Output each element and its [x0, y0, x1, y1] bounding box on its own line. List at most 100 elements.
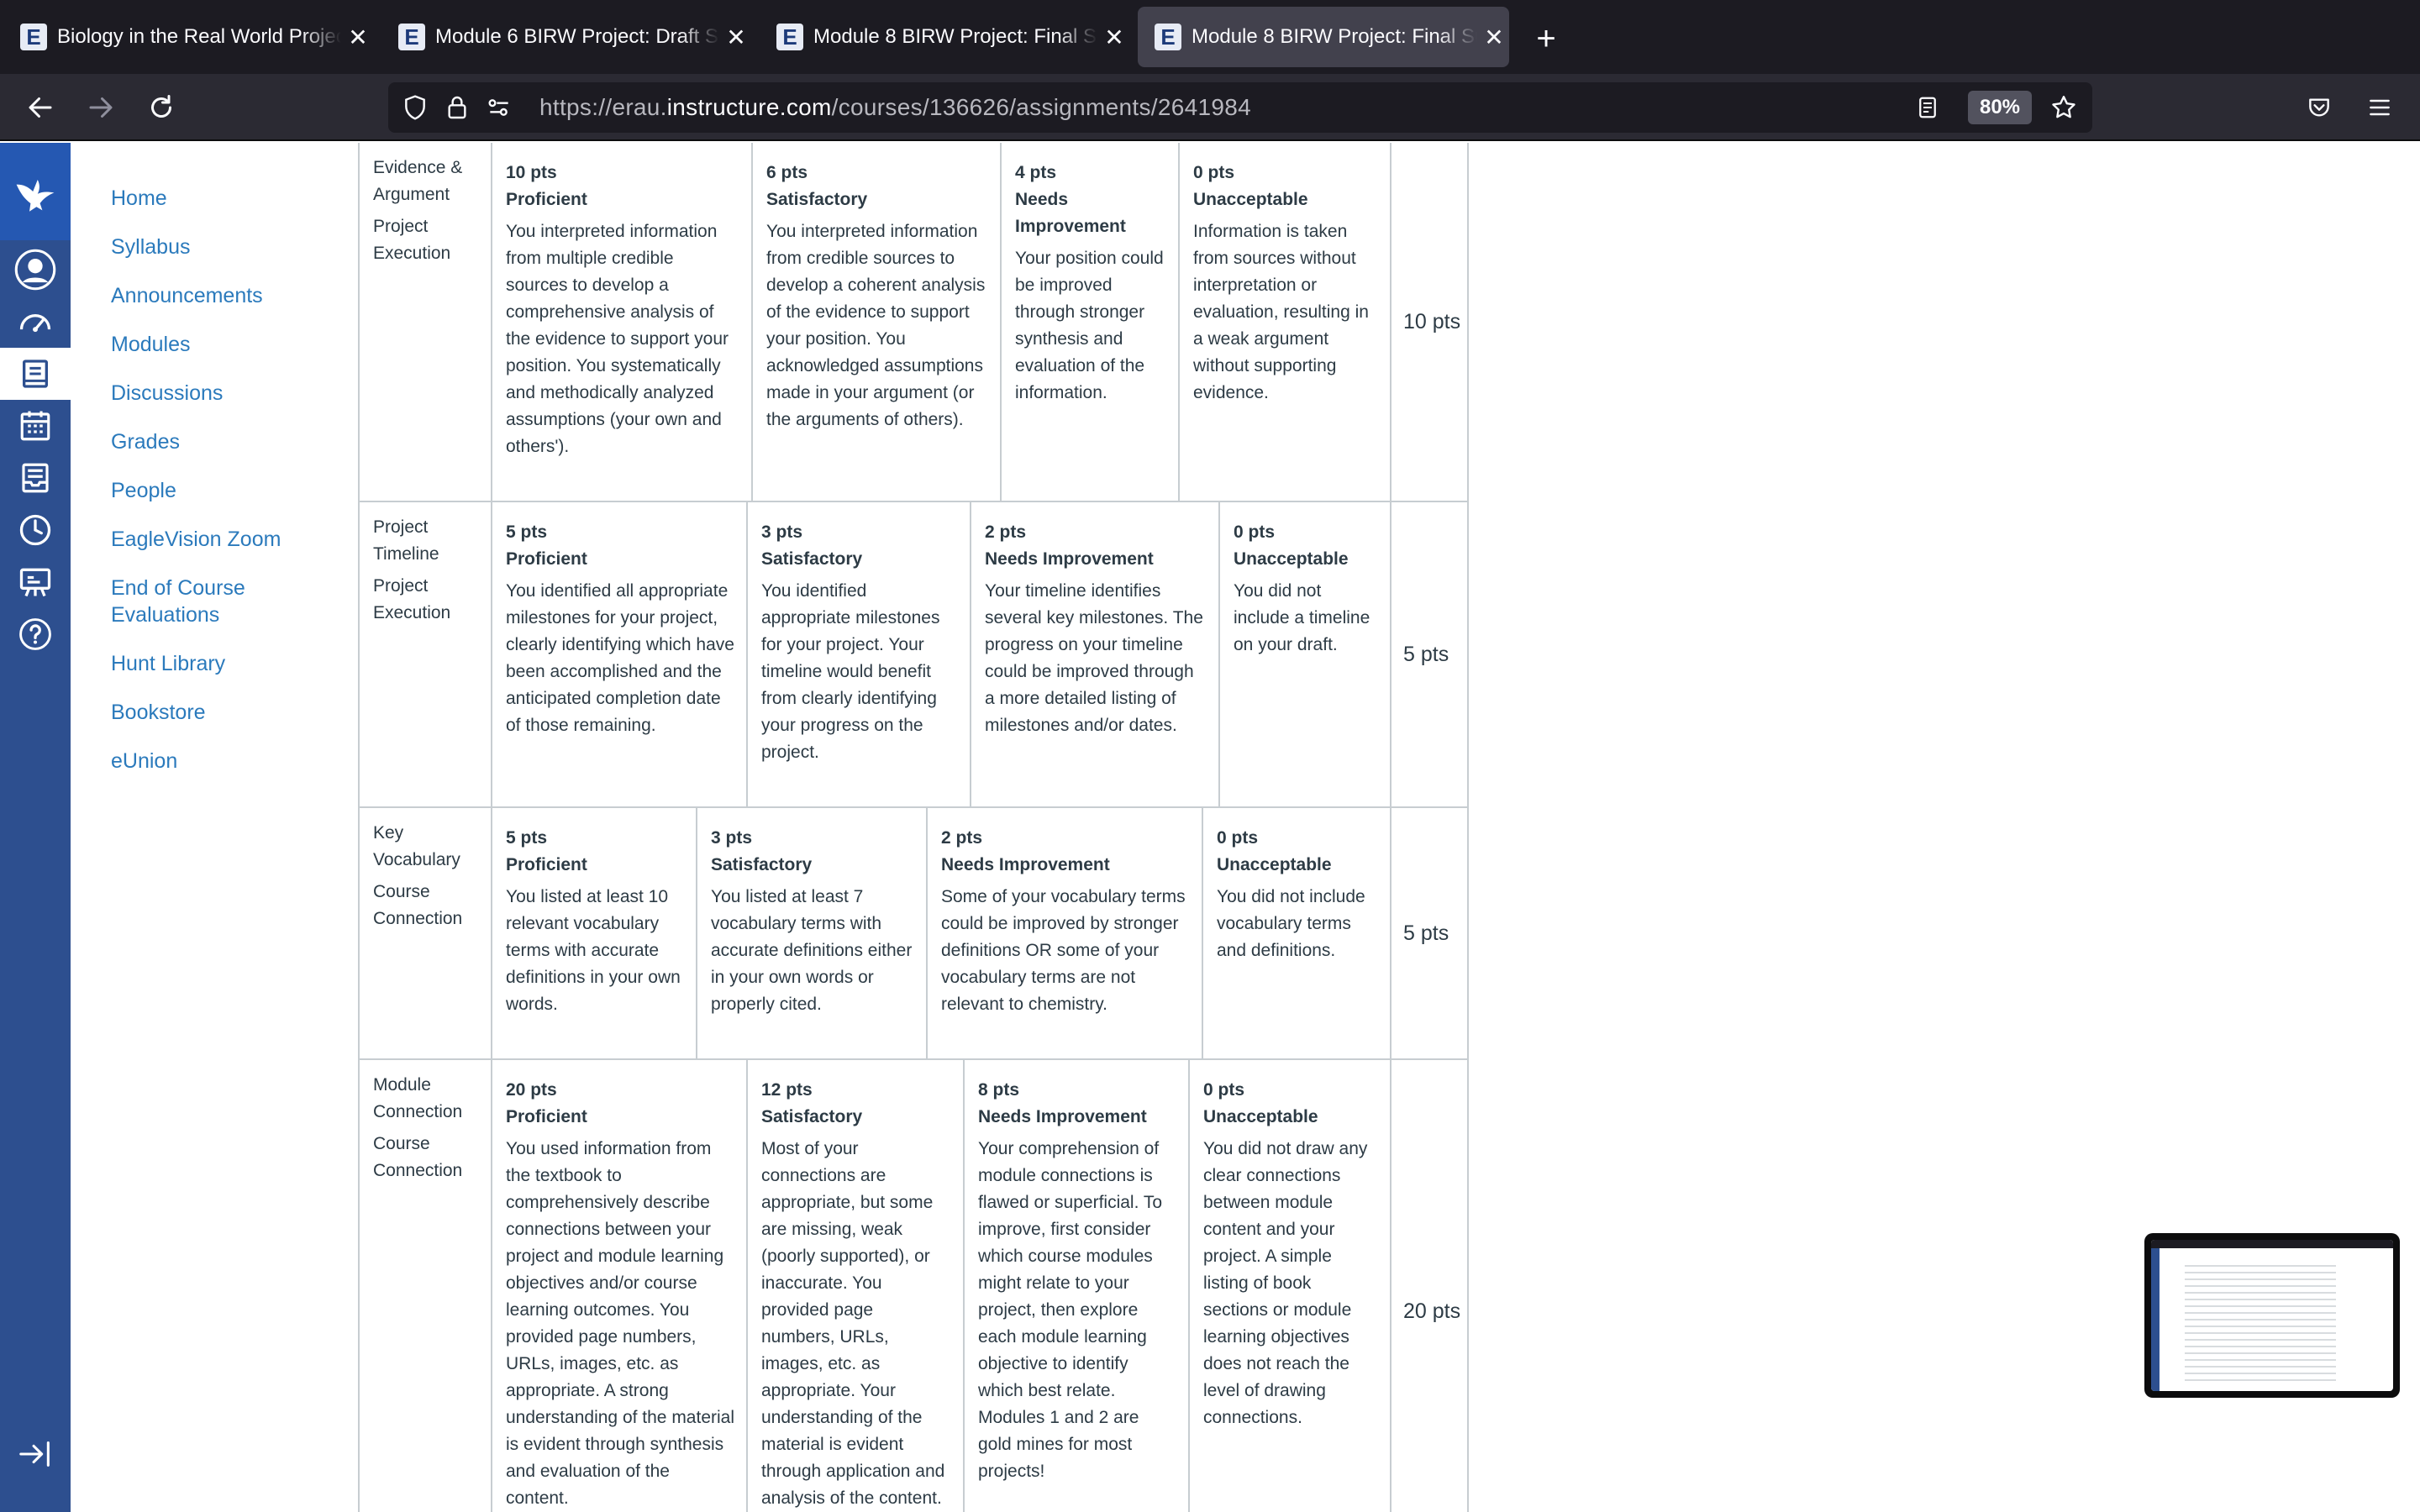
browser-toolbar: https://erau.instructure.com/courses/136…	[0, 74, 2420, 141]
rating-description: Your timeline identifies several key mil…	[985, 581, 1203, 735]
rating-cell[interactable]: 6 pts Satisfactory You interpreted infor…	[753, 143, 1002, 501]
course-nav-people[interactable]: People	[111, 477, 346, 504]
help-icon[interactable]	[0, 608, 71, 660]
pocket-button[interactable]	[2297, 86, 2341, 129]
hamburger-menu-icon	[2370, 99, 2390, 116]
rating-points: 3 pts	[711, 828, 753, 848]
rating-label: Unacceptable	[1203, 1107, 1318, 1126]
arrow-right-icon	[89, 97, 113, 118]
tab-title: Module 6 BIRW Project: Draft Submission	[435, 25, 719, 48]
global-navigation	[0, 143, 71, 1512]
rating-label: Proficient	[506, 549, 587, 569]
calendar-icon[interactable]	[0, 400, 71, 452]
course-nav-bookstore[interactable]: Bookstore	[111, 699, 346, 726]
tab-title: Module 8 BIRW Project: Final Submission	[813, 25, 1097, 48]
rating-points: 10 pts	[506, 163, 557, 182]
course-nav-grades[interactable]: Grades	[111, 428, 346, 455]
rubric-row: Module Connection Course Connection 20 p…	[358, 1060, 1469, 1512]
rating-cell[interactable]: 0 pts Unacceptable You did not include v…	[1203, 808, 1390, 1058]
tracking-shield-icon[interactable]	[400, 92, 430, 123]
rating-description: Your comprehension of module connections…	[978, 1139, 1163, 1481]
browser-tab[interactable]: E Module 8 BIRW Project: Final Submissio…	[760, 7, 1126, 67]
rating-description: Your position could be improved through …	[1015, 249, 1164, 402]
course-nav-eunion[interactable]: eUnion	[111, 748, 346, 774]
canvas-favicon-icon: E	[1155, 24, 1181, 50]
criterion-cell: Project Timeline Project Execution	[360, 502, 492, 806]
url-bar[interactable]: https://erau.instructure.com/courses/136…	[388, 82, 2092, 133]
screen-preview-thumbnail[interactable]	[2144, 1233, 2400, 1398]
rating-cell[interactable]: 20 pts Proficient You used information f…	[492, 1060, 748, 1512]
rating-label: Unacceptable	[1193, 190, 1308, 209]
rating-points: 8 pts	[978, 1080, 1020, 1100]
rating-label: Proficient	[506, 1107, 587, 1126]
course-nav-syllabus[interactable]: Syllabus	[111, 234, 346, 260]
collapse-icon[interactable]	[0, 1428, 71, 1480]
rating-label: Unacceptable	[1217, 855, 1332, 874]
rating-cell[interactable]: 4 pts Needs Improvement Your position co…	[1002, 143, 1180, 501]
browser-tab[interactable]: E Module 6 BIRW Project: Draft Submissio…	[381, 7, 748, 67]
course-nav-discussions[interactable]: Discussions	[111, 380, 346, 407]
close-tab-icon[interactable]: ✕	[724, 24, 748, 50]
permissions-icon[interactable]	[484, 92, 514, 123]
browser-tab-active[interactable]: E Module 8 BIRW Project: Final Submissio…	[1138, 7, 1509, 67]
app-menu-button[interactable]	[2358, 86, 2402, 129]
rating-cell[interactable]: 5 pts Proficient You listed at least 10 …	[492, 808, 697, 1058]
rating-description: Information is taken from sources withou…	[1193, 222, 1369, 402]
zoom-level-badge[interactable]: 80%	[1968, 91, 2032, 124]
bookmark-star-icon[interactable]	[2049, 92, 2079, 123]
course-nav-eaglevision-zoom[interactable]: EagleVision Zoom	[111, 526, 346, 553]
rating-cell[interactable]: 12 pts Satisfactory Most of your connect…	[748, 1060, 965, 1512]
course-nav-modules[interactable]: Modules	[111, 331, 346, 358]
rating-cell[interactable]: 10 pts Proficient You interpreted inform…	[492, 143, 753, 501]
rating-cell[interactable]: 2 pts Needs Improvement Some of your voc…	[928, 808, 1203, 1058]
history-icon[interactable]	[0, 504, 71, 556]
course-nav-announcements[interactable]: Announcements	[111, 282, 346, 309]
rating-description: You did not include a timeline on your d…	[1234, 581, 1370, 654]
account-icon[interactable]	[0, 244, 71, 296]
criterion-points: 5 pts	[1390, 502, 1469, 806]
back-button[interactable]	[18, 86, 62, 129]
rating-cell[interactable]: 5 pts Proficient You identified all appr…	[492, 502, 748, 806]
inbox-icon[interactable]	[0, 452, 71, 504]
rating-description: You listed at least 10 relevant vocabula…	[506, 887, 681, 1014]
rating-label: Proficient	[506, 855, 587, 874]
rating-cell[interactable]: 2 pts Needs Improvement Your timeline id…	[971, 502, 1220, 806]
forward-button[interactable]	[79, 86, 123, 129]
dashboard-icon[interactable]	[0, 296, 71, 348]
rating-cell[interactable]: 8 pts Needs Improvement Your comprehensi…	[965, 1060, 1190, 1512]
rating-points: 12 pts	[761, 1080, 813, 1100]
close-tab-icon[interactable]: ✕	[346, 24, 370, 50]
reload-button[interactable]	[139, 86, 183, 129]
canvas-favicon-icon: E	[20, 24, 47, 50]
studio-icon[interactable]	[0, 556, 71, 608]
course-nav-course-evaluations[interactable]: End of Course Evaluations	[111, 575, 287, 628]
reader-view-icon[interactable]	[1912, 92, 1943, 123]
rating-cell[interactable]: 0 pts Unacceptable Information is taken …	[1180, 143, 1390, 501]
course-nav-hunt-library[interactable]: Hunt Library	[111, 650, 346, 677]
rubric-row: Evidence & Argument Project Execution 10…	[358, 143, 1469, 502]
preview-toolbar	[2151, 1240, 2393, 1248]
browser-tab[interactable]: E Biology in the Real World Project ✕	[3, 7, 370, 67]
rating-points: 6 pts	[766, 163, 808, 182]
lock-icon[interactable]	[442, 92, 472, 123]
reload-icon	[151, 95, 171, 118]
criterion-title: Project Timeline	[373, 517, 439, 564]
rating-cell[interactable]: 3 pts Satisfactory You identified approp…	[748, 502, 971, 806]
canvas-favicon-icon: E	[776, 24, 803, 50]
rating-label: Satisfactory	[761, 1107, 863, 1126]
courses-icon[interactable]	[0, 348, 71, 400]
preview-screen	[2151, 1240, 2393, 1391]
rating-label: Needs Improvement	[941, 855, 1110, 874]
close-tab-icon[interactable]: ✕	[1482, 24, 1506, 50]
course-nav-home[interactable]: Home	[111, 185, 346, 212]
rating-cell[interactable]: 0 pts Unacceptable You did not draw any …	[1190, 1060, 1390, 1512]
rating-cell[interactable]: 3 pts Satisfactory You listed at least 7…	[697, 808, 928, 1058]
criterion-title: Evidence & Argument	[373, 158, 463, 204]
eagle-logo-icon[interactable]	[0, 143, 71, 240]
close-tab-icon[interactable]: ✕	[1102, 24, 1126, 50]
new-tab-button[interactable]: +	[1528, 20, 1565, 57]
url-text[interactable]: https://erau.instructure.com/courses/136…	[539, 94, 1251, 121]
rating-cell[interactable]: 0 pts Unacceptable You did not include a…	[1220, 502, 1390, 806]
criterion-points: 10 pts	[1390, 143, 1469, 501]
rating-points: 0 pts	[1217, 828, 1259, 848]
